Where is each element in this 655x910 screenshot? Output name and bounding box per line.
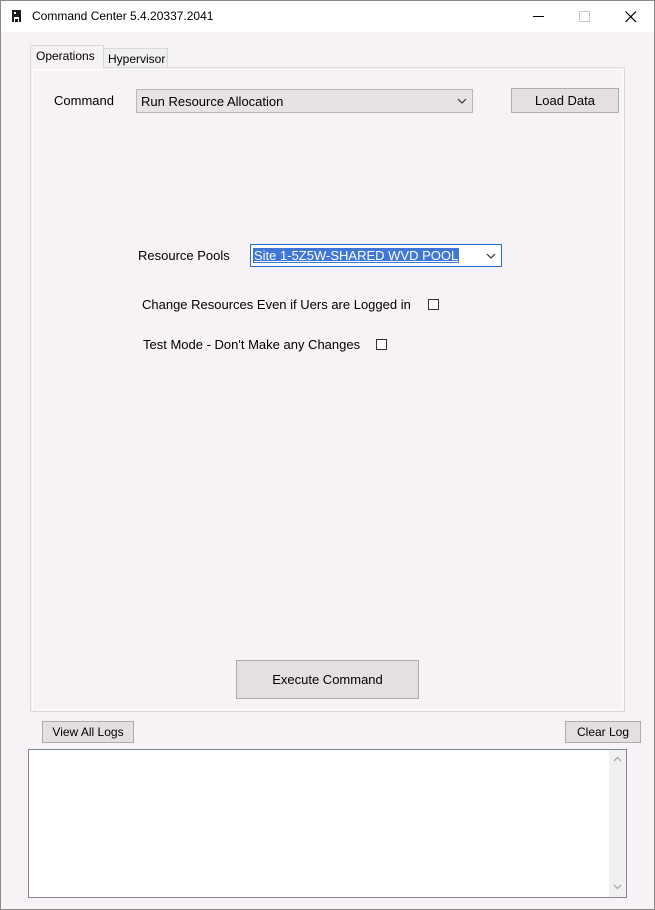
test-mode-label: Test Mode - Don't Make any Changes <box>143 337 361 352</box>
minimize-button[interactable] <box>516 1 562 32</box>
change-resources-checkbox[interactable] <box>428 299 439 310</box>
test-mode-checkbox[interactable] <box>376 339 387 350</box>
maximize-icon <box>579 11 590 22</box>
tab-operations[interactable]: Operations <box>30 45 104 69</box>
chevron-down-icon <box>486 253 496 259</box>
change-resources-label: Change Resources Even if Uers are Logged… <box>142 297 411 312</box>
window-title: Command Center 5.4.20337.2041 <box>32 9 214 23</box>
view-all-logs-button[interactable]: View All Logs <box>42 721 134 743</box>
app-window: Command Center 5.4.20337.2041 Hypervisor… <box>0 0 655 910</box>
maximize-button[interactable] <box>562 1 608 32</box>
title-bar[interactable]: Command Center 5.4.20337.2041 <box>1 1 654 32</box>
command-select-value: Run Resource Allocation <box>141 94 284 109</box>
close-icon <box>625 11 637 23</box>
execute-command-button[interactable]: Execute Command <box>236 660 419 699</box>
app-icon <box>11 9 23 23</box>
command-select[interactable]: Run Resource Allocation <box>136 89 473 113</box>
scroll-up-icon[interactable] <box>613 756 622 762</box>
minimize-icon <box>533 16 544 17</box>
resource-pools-select[interactable]: Site 1-5Z5W-SHARED WVD POOL <box>250 244 502 267</box>
resource-pools-label: Resource Pools <box>138 248 230 263</box>
operations-panel <box>30 67 625 712</box>
clear-log-button[interactable]: Clear Log <box>565 721 641 743</box>
chevron-down-icon <box>457 98 467 104</box>
close-button[interactable] <box>608 1 654 32</box>
log-textarea[interactable] <box>28 749 627 898</box>
resource-pools-value: Site 1-5Z5W-SHARED WVD POOL <box>253 248 460 263</box>
scroll-down-icon[interactable] <box>613 884 622 890</box>
command-label: Command <box>54 93 114 108</box>
log-scrollbar[interactable] <box>609 750 626 897</box>
load-data-button[interactable]: Load Data <box>511 88 619 113</box>
